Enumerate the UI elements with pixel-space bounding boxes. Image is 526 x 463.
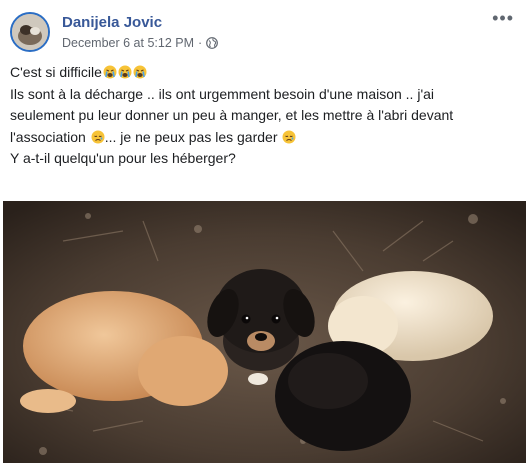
- crying-face-emoji: [103, 65, 117, 79]
- post-text-line: Ils sont à la décharge .. ils ont urgemm…: [10, 85, 435, 102]
- text-segment: C'est si difficile: [10, 64, 102, 80]
- post-photo[interactable]: [3, 201, 526, 463]
- post-text: C'est si difficile Ils sont à la décharg…: [10, 62, 516, 170]
- text-segment: ... je ne peux pas les garder: [104, 128, 278, 145]
- post-header: Danijela Jovic December 6 at 5:12 PM · •…: [10, 9, 516, 54]
- post-text-line: C'est si difficile: [10, 62, 516, 84]
- post-timestamp[interactable]: December 6 at 5:12 PM: [62, 36, 194, 50]
- facebook-post: Danijela Jovic December 6 at 5:12 PM · •…: [0, 0, 526, 463]
- sad-face-emoji: [91, 130, 105, 143]
- post-meta: December 6 at 5:12 PM ·: [62, 36, 219, 50]
- post-text-line: Y a-t-il quelqu'un pour les héberger?: [10, 150, 236, 166]
- post-text-line: l'association ... je ne peux pas les gar…: [10, 127, 516, 149]
- text-segment: l'association: [10, 128, 86, 145]
- author-avatar[interactable]: [10, 12, 50, 52]
- crying-face-emoji: [118, 65, 132, 79]
- author-name[interactable]: Danijela Jovic: [62, 14, 162, 31]
- meta-separator: ·: [198, 36, 203, 50]
- more-options-icon[interactable]: •••: [492, 9, 514, 27]
- sad-face-emoji: [282, 130, 296, 143]
- crying-face-emoji: [133, 65, 147, 79]
- post-text-line: seulement pu leur donner un peu à manger…: [10, 107, 454, 123]
- globe-icon[interactable]: [206, 37, 219, 49]
- puppies-photo: [3, 201, 526, 463]
